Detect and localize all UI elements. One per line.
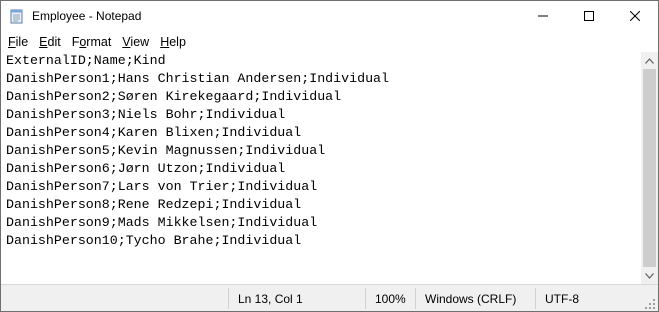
- status-divider: [365, 288, 366, 309]
- text-line: DanishPerson6;Jørn Utzon;Individual: [6, 161, 286, 176]
- scroll-down-button[interactable]: [641, 267, 658, 284]
- menu-view[interactable]: View: [118, 32, 153, 52]
- chevron-down-icon: [645, 272, 654, 279]
- text-line: ExternalID;Name;Kind: [6, 53, 166, 68]
- status-divider: [415, 288, 416, 309]
- notepad-window: Employee - Notepad File Edit Format View…: [0, 0, 659, 312]
- menu-edit[interactable]: Edit: [35, 32, 65, 52]
- close-button[interactable]: [612, 1, 658, 31]
- zoom-level: 100%: [375, 292, 406, 306]
- menu-file[interactable]: File: [4, 32, 32, 52]
- line-ending: Windows (CRLF): [425, 292, 517, 306]
- close-icon: [630, 11, 640, 21]
- text-line: DanishPerson3;Niels Bohr;Individual: [6, 107, 286, 122]
- encoding: UTF-8: [545, 292, 579, 306]
- minimize-icon: [538, 15, 548, 17]
- maximize-button[interactable]: [566, 1, 612, 31]
- title-bar[interactable]: Employee - Notepad: [1, 1, 658, 31]
- text-line: DanishPerson4;Karen Blixen;Individual: [6, 125, 302, 140]
- text-line: DanishPerson9;Mads Mikkelsen;Individual: [6, 215, 318, 230]
- chevron-up-icon: [645, 57, 654, 64]
- status-bar: Ln 13, Col 1 100% Windows (CRLF) UTF-8: [1, 284, 658, 311]
- status-divider: [228, 288, 229, 309]
- notepad-icon: [9, 8, 25, 24]
- menu-help[interactable]: Help: [156, 32, 190, 52]
- text-line: DanishPerson1;Hans Christian Andersen;In…: [6, 71, 390, 86]
- minimize-button[interactable]: [520, 1, 566, 31]
- maximize-icon: [584, 11, 594, 21]
- scrollbar-thumb[interactable]: [643, 69, 656, 267]
- text-line: DanishPerson8;Rene Redzepi;Individual: [6, 197, 302, 212]
- status-divider: [535, 288, 536, 309]
- menu-bar: File Edit Format View Help: [1, 32, 658, 52]
- resize-grip-icon[interactable]: [645, 299, 656, 310]
- text-line: DanishPerson2;Søren Kirekegaard;Individu…: [6, 89, 342, 104]
- window-title: Employee - Notepad: [32, 9, 142, 23]
- text-line: DanishPerson10;Tycho Brahe;Individual: [6, 233, 302, 248]
- text-line: DanishPerson5;Kevin Magnussen;Individual: [6, 143, 326, 158]
- menu-format[interactable]: Format: [68, 32, 116, 52]
- scroll-up-button[interactable]: [641, 52, 658, 69]
- cursor-position: Ln 13, Col 1: [238, 292, 303, 306]
- vertical-scrollbar[interactable]: [641, 52, 658, 284]
- text-editor[interactable]: ExternalID;Name;Kind DanishPerson1;Hans …: [1, 52, 641, 284]
- text-line: DanishPerson7;Lars von Trier;Individual: [6, 179, 318, 194]
